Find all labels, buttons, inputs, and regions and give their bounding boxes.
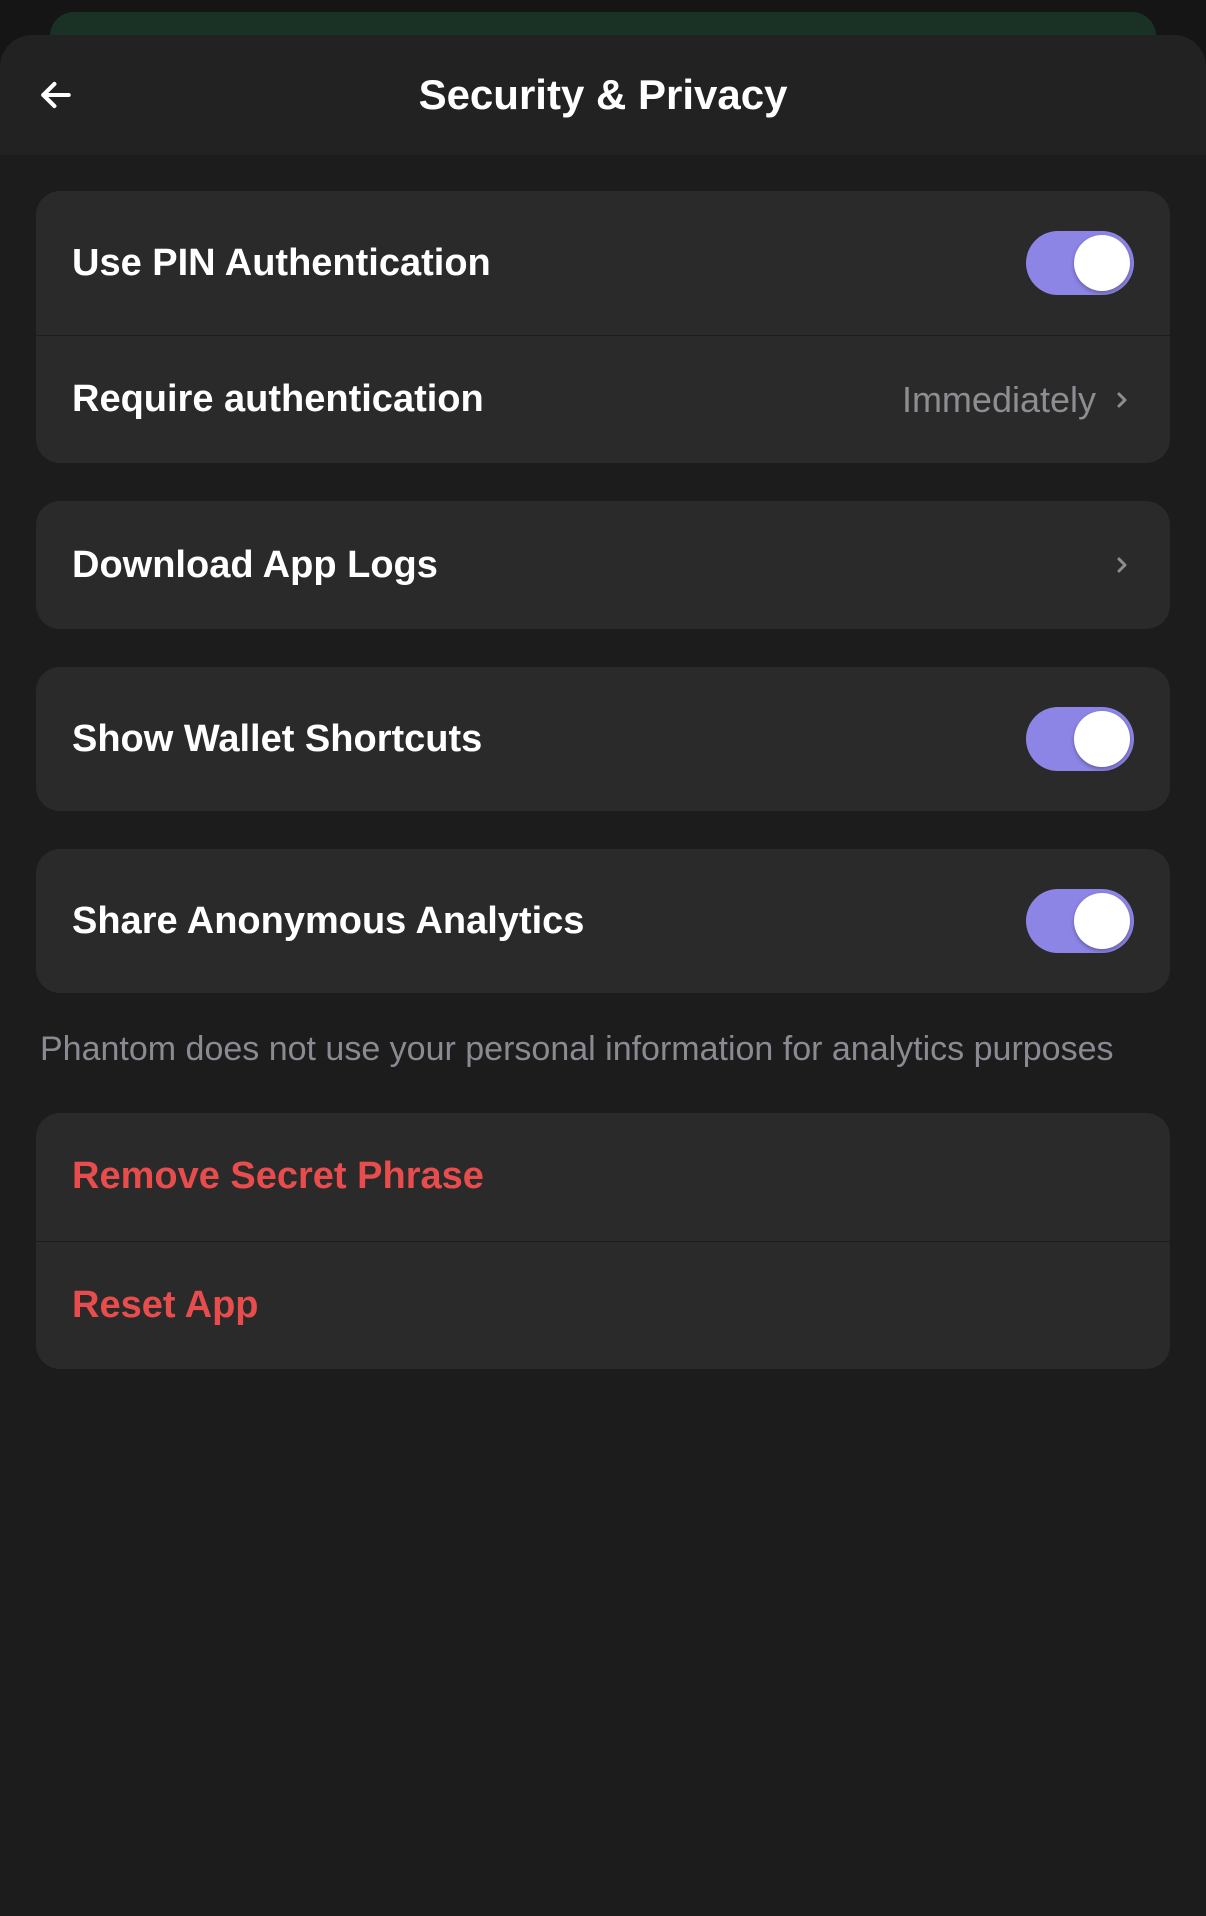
auth-card: Use PIN Authentication Require authentic…: [36, 191, 1170, 463]
remove-secret-phrase-row[interactable]: Remove Secret Phrase: [36, 1113, 1170, 1241]
remove-secret-phrase-label: Remove Secret Phrase: [72, 1155, 484, 1198]
header: Security & Privacy: [0, 35, 1206, 155]
chevron-right-icon: [1110, 553, 1134, 577]
arrow-left-icon: [37, 76, 75, 114]
analytics-note: Phantom does not use your personal infor…: [36, 1027, 1170, 1073]
back-button[interactable]: [36, 75, 76, 115]
page-title: Security & Privacy: [36, 71, 1170, 119]
require-auth-value: Immediately: [902, 379, 1096, 421]
analytics-card: Share Anonymous Analytics: [36, 849, 1170, 993]
wallet-shortcuts-label: Show Wallet Shortcuts: [72, 718, 482, 761]
download-logs-label: Download App Logs: [72, 544, 438, 587]
reset-app-row[interactable]: Reset App: [36, 1241, 1170, 1369]
logs-card: Download App Logs: [36, 501, 1170, 629]
require-auth-right: Immediately: [902, 379, 1134, 421]
chevron-right-icon: [1110, 388, 1134, 412]
content: Use PIN Authentication Require authentic…: [0, 155, 1206, 1443]
require-auth-row[interactable]: Require authentication Immediately: [36, 335, 1170, 463]
require-auth-label: Require authentication: [72, 378, 484, 421]
download-logs-row[interactable]: Download App Logs: [36, 501, 1170, 629]
reset-app-label: Reset App: [72, 1284, 259, 1327]
analytics-row[interactable]: Share Anonymous Analytics: [36, 849, 1170, 993]
analytics-toggle[interactable]: [1026, 889, 1134, 953]
settings-sheet: Security & Privacy Use PIN Authenticatio…: [0, 35, 1206, 1916]
wallet-shortcuts-row[interactable]: Show Wallet Shortcuts: [36, 667, 1170, 811]
danger-card: Remove Secret Phrase Reset App: [36, 1113, 1170, 1369]
wallet-shortcuts-toggle[interactable]: [1026, 707, 1134, 771]
use-pin-label: Use PIN Authentication: [72, 242, 491, 285]
use-pin-toggle[interactable]: [1026, 231, 1134, 295]
shortcuts-card: Show Wallet Shortcuts: [36, 667, 1170, 811]
use-pin-row[interactable]: Use PIN Authentication: [36, 191, 1170, 335]
analytics-label: Share Anonymous Analytics: [72, 900, 584, 943]
